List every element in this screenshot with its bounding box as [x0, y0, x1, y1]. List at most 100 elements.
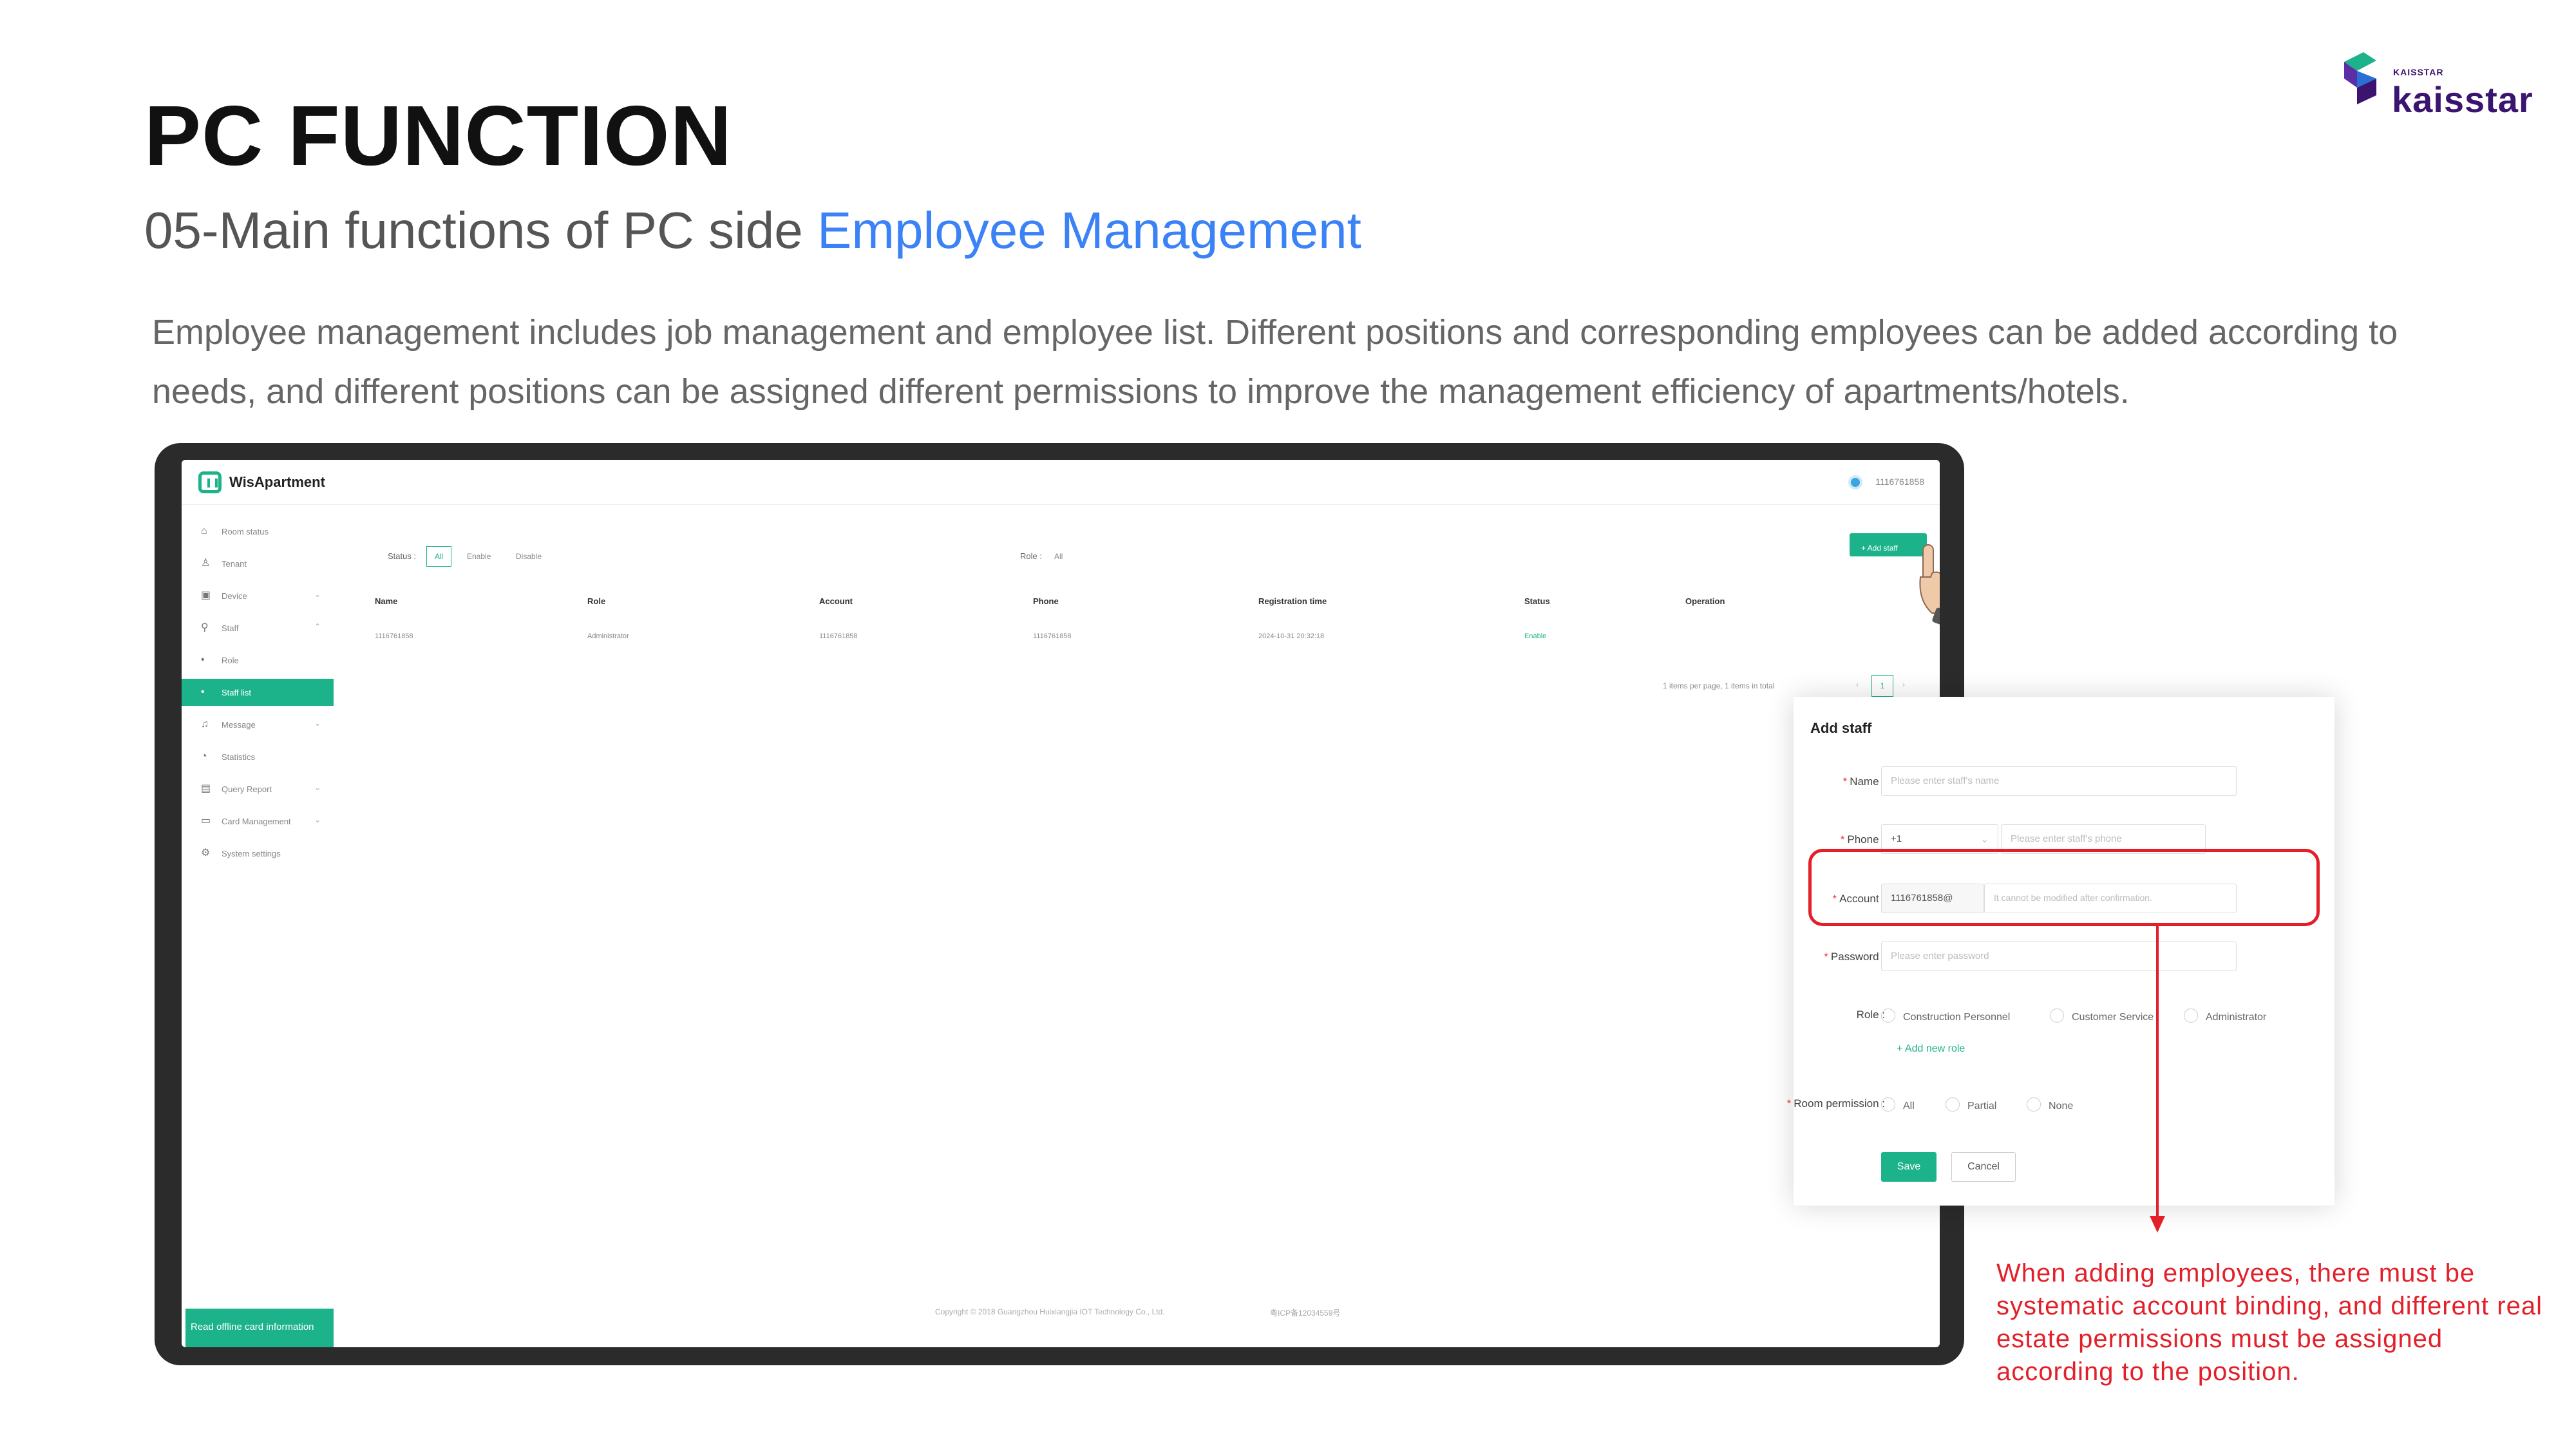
room-permission-none[interactable]: None: [2027, 1097, 2073, 1112]
column-header-role: Role: [587, 596, 606, 606]
status-filter-label: Status :: [388, 551, 417, 561]
app-screen: WisApartment 1116761858 ⌂ Room status ♙ Te…: [182, 460, 1940, 1347]
role-radio-construction[interactable]: Construction Personnel: [1881, 1009, 2010, 1023]
cancel-button[interactable]: Cancel: [1951, 1152, 2016, 1182]
sidebar-item-label: Tenant: [222, 559, 247, 569]
sidebar-item-staff-list[interactable]: • Staff list: [182, 679, 334, 706]
chevron-down-icon: ⌄: [1980, 834, 1989, 845]
pagination-info: 1 items per page, 1 items in total: [1663, 681, 1775, 690]
sidebar-item-label: Staff list: [222, 688, 252, 697]
cell-account: 1116761858: [819, 632, 858, 640]
prev-page-icon[interactable]: ‹: [1856, 680, 1859, 689]
callout-note: When adding employees, there must be sys…: [1996, 1259, 2543, 1386]
role-radio-administrator[interactable]: Administrator: [2184, 1009, 2266, 1023]
app-header: WisApartment 1116761858: [182, 460, 1940, 505]
cell-registration-time: 2024-10-31 20:32:18: [1258, 632, 1325, 640]
sidebar-item-query-report[interactable]: ▤ Query Report ⌄: [182, 775, 334, 802]
subtitle-prefix: 05-Main functions of PC side: [144, 202, 817, 259]
slide-title: PC FUNCTION: [144, 88, 732, 183]
dialog-title: Add staff: [1810, 720, 1872, 736]
kaisstar-logo: KAISSTAR kaisstar: [2338, 45, 2544, 122]
logo-small-text: KAISSTAR: [2393, 67, 2444, 77]
sidebar-item-room-status[interactable]: ⌂ Room status: [182, 518, 334, 545]
phone-label: * Phone :: [1840, 833, 1885, 846]
chevron-down-icon: ⌄: [314, 783, 321, 792]
sidebar-item-staff[interactable]: ⚲ Staff ⌃: [182, 614, 334, 641]
sidebar-item-message[interactable]: ♫ Message ⌄: [182, 711, 334, 738]
chevron-up-icon: ⌃: [314, 622, 321, 631]
room-permission-row: * Room permission : All Partial None: [1787, 1090, 2334, 1122]
column-header-account: Account: [819, 596, 853, 606]
footer-icp: 粤ICP备12034559号: [1270, 1309, 1341, 1318]
home-icon: ⌂: [201, 526, 207, 536]
sidebar-item-label: Card Management: [222, 817, 291, 826]
subtitle-accent: Employee Management: [817, 202, 1361, 259]
account-highlight-box: [1808, 849, 2320, 926]
column-header-name: Name: [375, 596, 398, 606]
card-icon: ▭: [201, 815, 211, 826]
sidebar: ⌂ Room status ♙ Tenant ▣ Device ⌄ ⚲ Staff ⌃ • R…: [182, 518, 334, 1347]
chevron-down-icon: ⌄: [314, 719, 321, 728]
bell-icon: ♫: [201, 719, 209, 730]
room-permission-all[interactable]: All: [1881, 1097, 1915, 1112]
sidebar-item-statistics[interactable]: ◔ Statistics: [182, 743, 334, 770]
cell-phone: 1116761858: [1033, 632, 1072, 640]
role-filter-select[interactable]: All: [1046, 546, 1071, 567]
column-header-registration-time: Registration time: [1258, 596, 1327, 606]
status-filter-all[interactable]: All: [426, 546, 452, 567]
cell-role: Administrator: [587, 632, 629, 640]
wisapartment-logo-icon: [198, 471, 222, 493]
role-radio-customer-service[interactable]: Customer Service: [2050, 1009, 2154, 1023]
name-label: * Name :: [1842, 775, 1885, 788]
chevron-down-icon: ⌄: [314, 815, 321, 824]
role-filter-label: Role :: [1020, 551, 1042, 561]
room-permission-partial[interactable]: Partial: [1946, 1097, 1996, 1112]
sidebar-item-label: Statistics: [222, 752, 256, 762]
app-name: WisApartment: [229, 474, 325, 490]
page-1-button[interactable]: 1: [1871, 675, 1893, 697]
column-header-phone: Phone: [1033, 596, 1059, 606]
staff-table-header: Name Role Account Phone Registration tim…: [375, 589, 1920, 614]
status-filter-enable[interactable]: Enable: [459, 546, 499, 567]
footer-copyright: Copyright © 2018 Guangzhou Huixiangjia I…: [935, 1307, 1165, 1316]
sidebar-item-label: Staff: [222, 623, 239, 633]
sidebar-item-system-settings[interactable]: ⚙ System settings: [182, 840, 334, 867]
add-new-role-link[interactable]: + Add new role: [1897, 1043, 1965, 1055]
status-filter-disable[interactable]: Disable: [507, 546, 550, 567]
slide-description: Employee management includes job managem…: [152, 313, 2398, 411]
cell-name: 1116761858: [375, 632, 413, 640]
report-icon: ▤: [201, 783, 211, 794]
chevron-down-icon: ⌄: [314, 590, 321, 599]
device-icon: ▣: [201, 590, 211, 601]
callout-arrow-icon: [2150, 926, 2165, 1233]
pagination: 1 items per page, 1 items in total ‹ 1 ›: [1663, 672, 1920, 698]
pointing-hand-icon: [1919, 544, 1940, 632]
sidebar-item-label: Role: [222, 656, 239, 665]
user-id[interactable]: 1116761858: [1875, 477, 1924, 487]
chart-icon: ◔: [201, 751, 207, 762]
name-input[interactable]: Please enter staff's name: [1881, 766, 2237, 796]
add-staff-dialog: Add staff * Name : Please enter staff's n…: [1787, 697, 2334, 1206]
sidebar-item-card-management[interactable]: ▭ Card Management ⌄: [182, 808, 334, 835]
password-row: * Password : Please enter password: [1794, 942, 2334, 974]
read-offline-card-button[interactable]: Read offline card information: [185, 1309, 334, 1347]
cell-status: Enable: [1524, 632, 1547, 640]
next-page-icon[interactable]: ›: [1902, 680, 1905, 689]
sidebar-item-tenant[interactable]: ♙ Tenant: [182, 550, 334, 577]
sidebar-item-label: Query Report: [222, 784, 272, 794]
sidebar-item-role[interactable]: • Role: [182, 647, 334, 674]
sidebar-item-device[interactable]: ▣ Device ⌄: [182, 582, 334, 609]
password-label: * Password :: [1824, 951, 1885, 963]
kaisstar-logo-icon: [2344, 52, 2376, 104]
sidebar-item-label: System settings: [222, 849, 281, 858]
save-button[interactable]: Save: [1881, 1152, 1937, 1182]
avatar[interactable]: [1848, 475, 1862, 489]
password-input[interactable]: Please enter password: [1881, 942, 2237, 971]
sidebar-item-label: Device: [222, 591, 247, 601]
table-row[interactable]: 1116761858 Administrator 1116761858 1116…: [375, 625, 1920, 650]
column-header-status: Status: [1524, 596, 1550, 606]
column-header-operation: Operation: [1685, 596, 1725, 606]
sidebar-item-label: Message: [222, 720, 256, 730]
gear-icon: ⚙: [201, 848, 211, 858]
dot-icon: •: [201, 654, 205, 665]
